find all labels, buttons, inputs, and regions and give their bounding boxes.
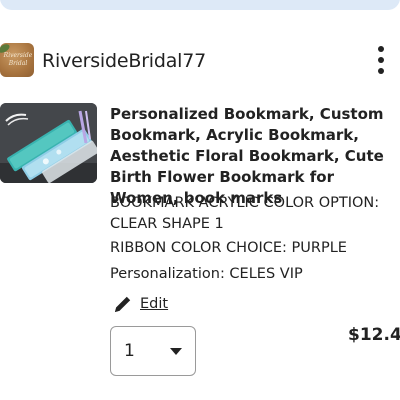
variation-ribbon-color: RIBBON COLOR CHOICE: PURPLE bbox=[110, 240, 347, 256]
shop-name[interactable]: RiversideBridal77 bbox=[42, 49, 206, 73]
item-price: $12.49 bbox=[348, 325, 400, 345]
chevron-down-icon bbox=[170, 348, 182, 355]
bookmarks-image bbox=[0, 103, 97, 183]
top-banner bbox=[0, 0, 400, 10]
quantity-select[interactable]: 1 bbox=[110, 326, 196, 376]
variation-personalization: Personalization: CELES VIP bbox=[110, 266, 303, 282]
product-thumbnail[interactable] bbox=[0, 103, 97, 183]
quantity-value: 1 bbox=[124, 341, 135, 361]
more-vertical-icon[interactable] bbox=[374, 43, 388, 77]
shop-avatar[interactable]: Riverside Bridal bbox=[0, 43, 34, 77]
avatar-logo-text: Riverside Bridal bbox=[3, 52, 33, 67]
shop-header: Riverside Bridal RiversideBridal77 bbox=[0, 43, 400, 79]
pencil-icon bbox=[115, 296, 131, 312]
variation-bookmark-color: BOOKMARK ACRYLIC COLOR OPTION: CLEAR SHA… bbox=[110, 195, 380, 232]
edit-label[interactable]: Edit bbox=[140, 294, 168, 314]
